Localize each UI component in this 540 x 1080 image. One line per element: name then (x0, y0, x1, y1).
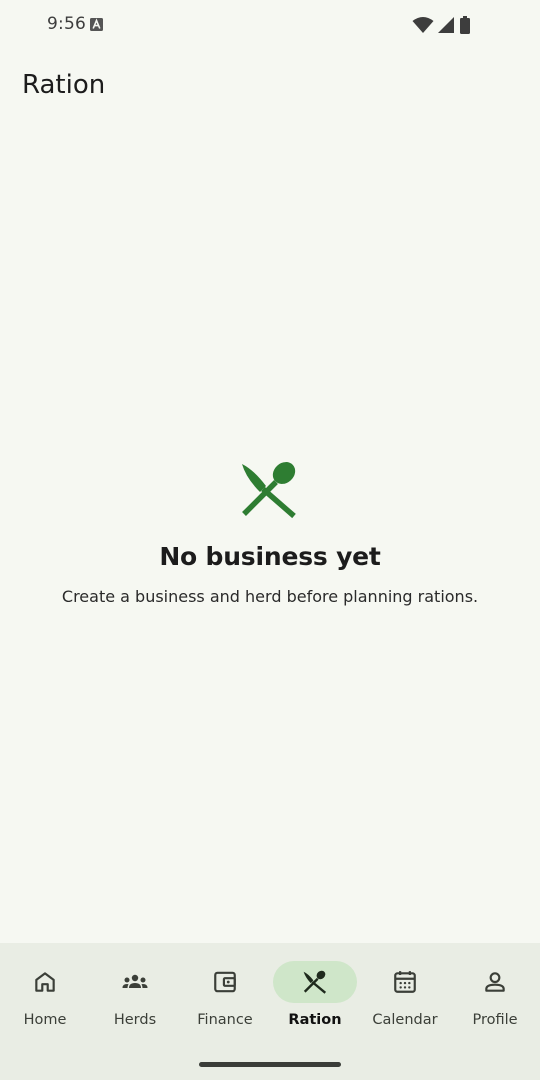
nav-label: Finance (197, 1012, 253, 1028)
nav-pill (3, 961, 87, 1003)
empty-state: No business yet Create a business and he… (0, 460, 540, 606)
nav-item-calendar[interactable]: Calendar (360, 961, 450, 1041)
status-time: 9:56 (47, 14, 86, 34)
nav-item-profile[interactable]: Profile (450, 961, 540, 1041)
empty-state-subtitle: Create a business and herd before planni… (61, 587, 479, 606)
nav-label: Calendar (372, 1012, 438, 1028)
nav-item-home[interactable]: Home (0, 961, 90, 1041)
wifi-icon (412, 17, 434, 33)
nav-label: Profile (472, 1012, 518, 1028)
keyboard-a-icon (90, 18, 103, 31)
nav-label: Home (23, 1012, 67, 1028)
nav-pill (93, 961, 177, 1003)
battery-icon (460, 16, 470, 34)
restaurant-icon (303, 970, 327, 994)
groups-icon (122, 974, 148, 988)
nav-pill-active (273, 961, 357, 1003)
nav-pill (453, 961, 537, 1003)
home-indicator[interactable] (199, 1062, 341, 1067)
nav-label: Herds (113, 1012, 157, 1028)
nav-item-ration[interactable]: Ration (270, 961, 360, 1041)
empty-state-title: No business yet (159, 542, 381, 571)
bottom-navigation: Home Herds Finance Ration Calendar Profi… (0, 943, 540, 1080)
nav-pill (363, 961, 447, 1003)
page-title: Ration (22, 70, 106, 100)
status-bar: 9:56 (0, 0, 540, 50)
nav-item-finance[interactable]: Finance (180, 961, 270, 1041)
wallet-icon (214, 971, 236, 993)
nav-label: Ration (288, 1012, 342, 1028)
calendar-icon (394, 971, 416, 993)
person-icon (485, 972, 505, 992)
signal-icon (438, 17, 454, 33)
home-icon (35, 972, 55, 992)
nav-pill (183, 961, 267, 1003)
nav-item-herds[interactable]: Herds (90, 961, 180, 1041)
restaurant-icon (242, 462, 296, 519)
